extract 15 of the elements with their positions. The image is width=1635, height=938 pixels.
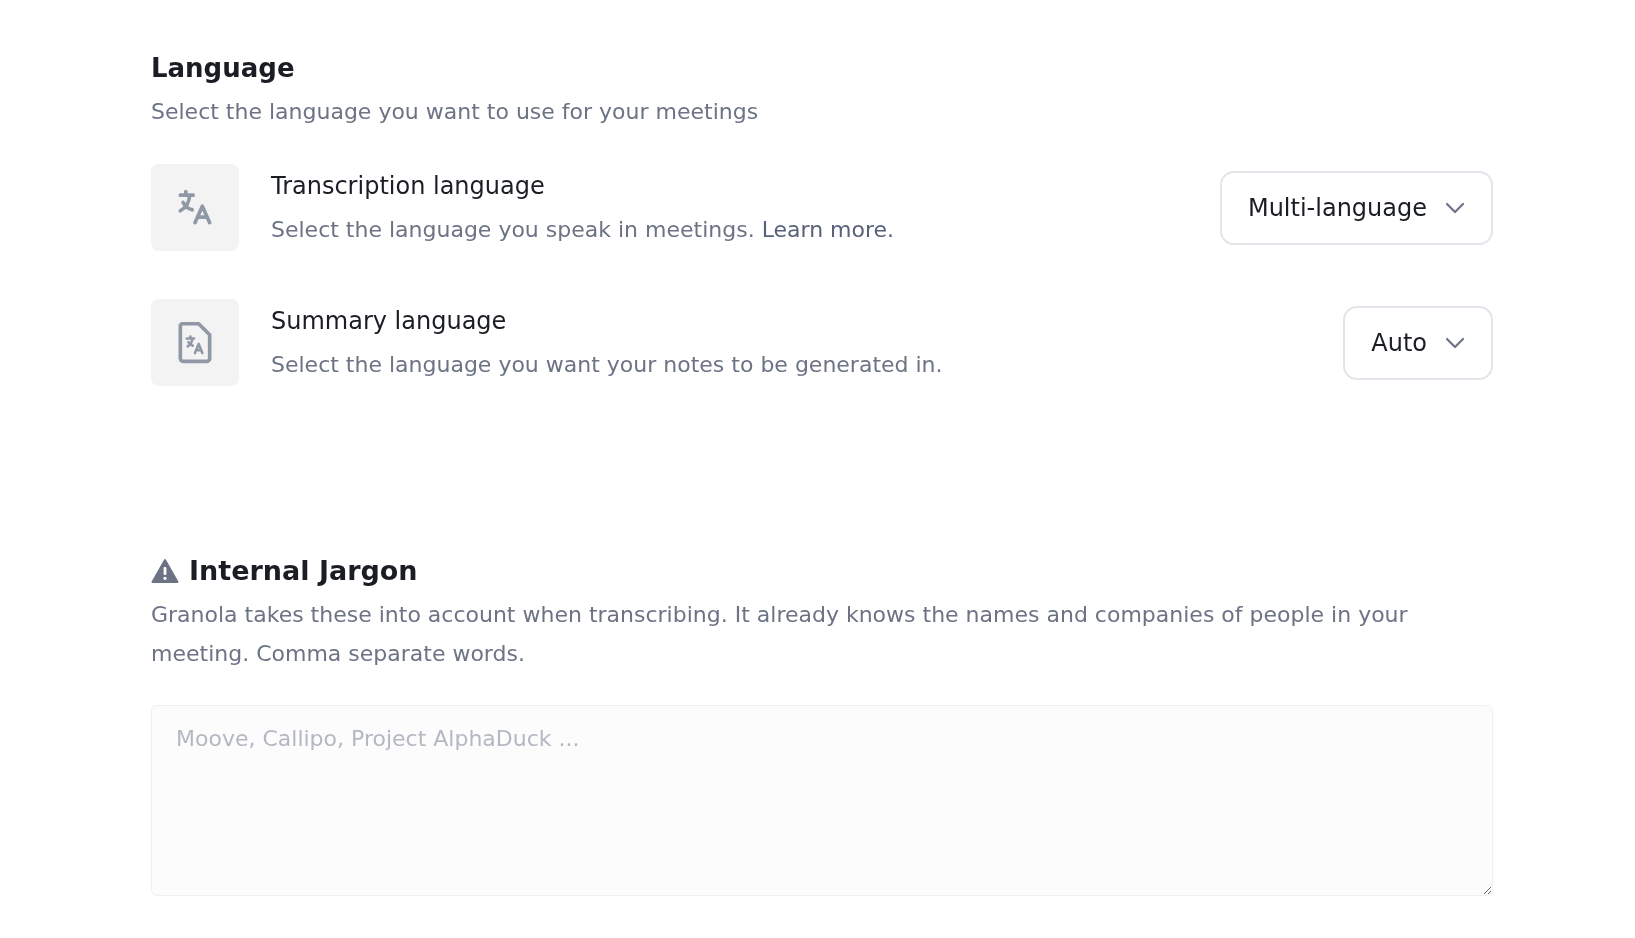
setting-description: Select the language you want your notes to be generated in. [271,350,944,379]
section-title: Language [151,52,296,85]
chevron-down-icon [1445,336,1465,349]
language-dropdown[interactable]: Multi-language [1219,170,1493,245]
setting-description: Select the language you speak in meetings. Learn more. [271,215,896,244]
learn-more-link[interactable]: Learn more. [761,216,895,242]
jargon-input-field[interactable]: Moove, Callipo, Project AlphaDuck ... [151,705,1493,896]
section-description: Select the language you want to use for your meetings [151,98,760,126]
setting-title: Transcription language [271,170,545,202]
warning-icon [151,558,179,584]
section-description: Granola takes these into account when transcribing. It already knows the names and companies of people in your meeting. Comma separate words. [151,601,1409,668]
chevron-down-icon [1445,201,1465,214]
section-title: Internal Jargon [189,554,418,588]
setting-title: Summary language [271,305,507,337]
language-dropdown[interactable]: Auto [1343,305,1493,380]
